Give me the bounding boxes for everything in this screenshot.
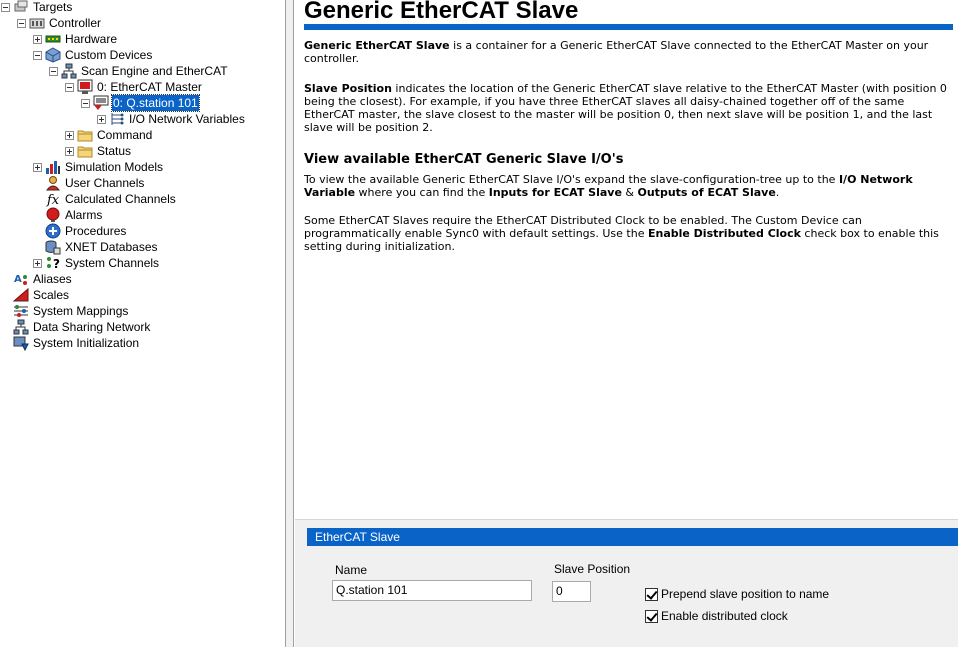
svg-text:fx: fx bbox=[46, 193, 60, 207]
folder-icon bbox=[77, 143, 93, 159]
initialization-icon bbox=[13, 335, 29, 351]
simulation-models-icon bbox=[45, 159, 61, 175]
tree-item-calculated-channels[interactable]: fx Calculated Channels bbox=[45, 191, 177, 207]
distributed-clock-checkbox[interactable]: Enable distributed clock bbox=[645, 609, 788, 623]
tree-item-io-network-variables[interactable]: I/O Network Variables bbox=[97, 111, 246, 127]
tree-item-status[interactable]: Status bbox=[65, 143, 132, 159]
alarm-icon bbox=[45, 207, 61, 223]
controller-icon bbox=[29, 15, 45, 31]
help-paragraph-distributed-clock: Some EtherCAT Slaves require the EtherCA… bbox=[304, 214, 939, 253]
help-paragraph-view-io: To view the available Generic EtherCAT S… bbox=[304, 173, 913, 199]
tree-item-scales[interactable]: Scales bbox=[13, 287, 70, 303]
checkbox-checked-icon[interactable] bbox=[645, 609, 658, 623]
tree-item-custom-devices[interactable]: Custom Devices bbox=[33, 47, 153, 63]
system-channels-icon: ? bbox=[45, 255, 61, 271]
expand-icon[interactable] bbox=[65, 146, 74, 156]
procedures-icon bbox=[45, 223, 61, 239]
tree-item-aliases[interactable]: A Aliases bbox=[13, 271, 73, 287]
scales-icon bbox=[13, 287, 29, 303]
properties-panel: EtherCAT Slave Name Q.station 101 Slave … bbox=[295, 519, 958, 647]
aliases-icon: A bbox=[13, 271, 29, 287]
tree-item-system-mappings[interactable]: System Mappings bbox=[13, 303, 129, 319]
targets-icon bbox=[13, 0, 29, 15]
collapse-icon[interactable] bbox=[1, 2, 10, 12]
data-sharing-icon bbox=[13, 319, 29, 335]
tree-item-qstation-101[interactable]: 0: Q.station 101 bbox=[81, 94, 200, 112]
collapse-icon[interactable] bbox=[49, 66, 58, 76]
help-paragraph-slave-position: Slave Position indicates the location of… bbox=[304, 82, 947, 134]
title-underline bbox=[304, 24, 953, 30]
mappings-icon bbox=[13, 303, 29, 319]
tree-item-simulation-models[interactable]: Simulation Models bbox=[33, 159, 164, 175]
database-icon bbox=[45, 239, 61, 255]
collapse-icon[interactable] bbox=[33, 50, 42, 60]
expand-icon[interactable] bbox=[97, 114, 106, 124]
svg-text:A: A bbox=[14, 274, 22, 285]
selected-tree-label: 0: Q.station 101 bbox=[111, 94, 200, 112]
expand-icon[interactable] bbox=[33, 258, 42, 268]
slave-position-field[interactable]: 0 bbox=[552, 581, 591, 602]
slave-position-label: Slave Position bbox=[554, 562, 631, 576]
collapse-icon[interactable] bbox=[17, 18, 26, 28]
panel-header: EtherCAT Slave bbox=[307, 528, 958, 546]
hardware-icon bbox=[45, 31, 61, 47]
help-title: Generic EtherCAT Slave bbox=[304, 0, 579, 24]
collapse-icon[interactable] bbox=[65, 82, 74, 92]
tree-item-procedures[interactable]: Procedures bbox=[45, 223, 127, 239]
pane-splitter[interactable] bbox=[286, 0, 294, 647]
name-field[interactable]: Q.station 101 bbox=[332, 580, 532, 601]
expand-icon[interactable] bbox=[33, 34, 42, 44]
collapse-icon[interactable] bbox=[81, 98, 90, 108]
ethercat-master-icon bbox=[77, 79, 93, 95]
tree-item-data-sharing-network[interactable]: Data Sharing Network bbox=[13, 319, 151, 335]
help-subheading: View available EtherCAT Generic Slave I/… bbox=[304, 152, 624, 167]
tree-item-command[interactable]: Command bbox=[65, 127, 153, 143]
checkbox-checked-icon[interactable] bbox=[645, 587, 658, 601]
navigation-tree[interactable]: Targets Controller Hardware Custom Devic… bbox=[0, 0, 286, 647]
tree-item-system-channels[interactable]: ? System Channels bbox=[33, 255, 160, 271]
function-icon: fx bbox=[45, 191, 61, 207]
custom-devices-icon bbox=[45, 47, 61, 63]
tree-item-targets[interactable]: Targets bbox=[1, 0, 73, 15]
name-label: Name bbox=[335, 563, 368, 577]
tree-item-controller[interactable]: Controller bbox=[17, 15, 102, 31]
expand-icon[interactable] bbox=[65, 130, 74, 140]
svg-text:?: ? bbox=[53, 257, 60, 271]
io-variables-icon bbox=[109, 111, 125, 127]
tree-item-user-channels[interactable]: User Channels bbox=[45, 175, 145, 191]
folder-icon bbox=[77, 127, 93, 143]
tree-item-alarms[interactable]: Alarms bbox=[45, 207, 103, 223]
tree-item-hardware[interactable]: Hardware bbox=[33, 31, 118, 47]
ethercat-slave-icon bbox=[93, 95, 109, 111]
tree-item-ethercat-master[interactable]: 0: EtherCAT Master bbox=[65, 79, 203, 95]
prepend-position-checkbox[interactable]: Prepend slave position to name bbox=[645, 587, 829, 601]
help-pane: Generic EtherCAT Slave Generic EtherCAT … bbox=[295, 0, 958, 519]
tree-item-xnet-databases[interactable]: XNET Databases bbox=[45, 239, 159, 255]
tree-item-system-initialization[interactable]: System Initialization bbox=[13, 335, 140, 351]
help-paragraph-intro: Generic EtherCAT Slave is a container fo… bbox=[304, 39, 929, 65]
network-icon bbox=[61, 63, 77, 79]
tree-item-scan-engine[interactable]: Scan Engine and EtherCAT bbox=[49, 63, 229, 79]
user-channels-icon bbox=[45, 175, 61, 191]
expand-icon[interactable] bbox=[33, 162, 42, 172]
